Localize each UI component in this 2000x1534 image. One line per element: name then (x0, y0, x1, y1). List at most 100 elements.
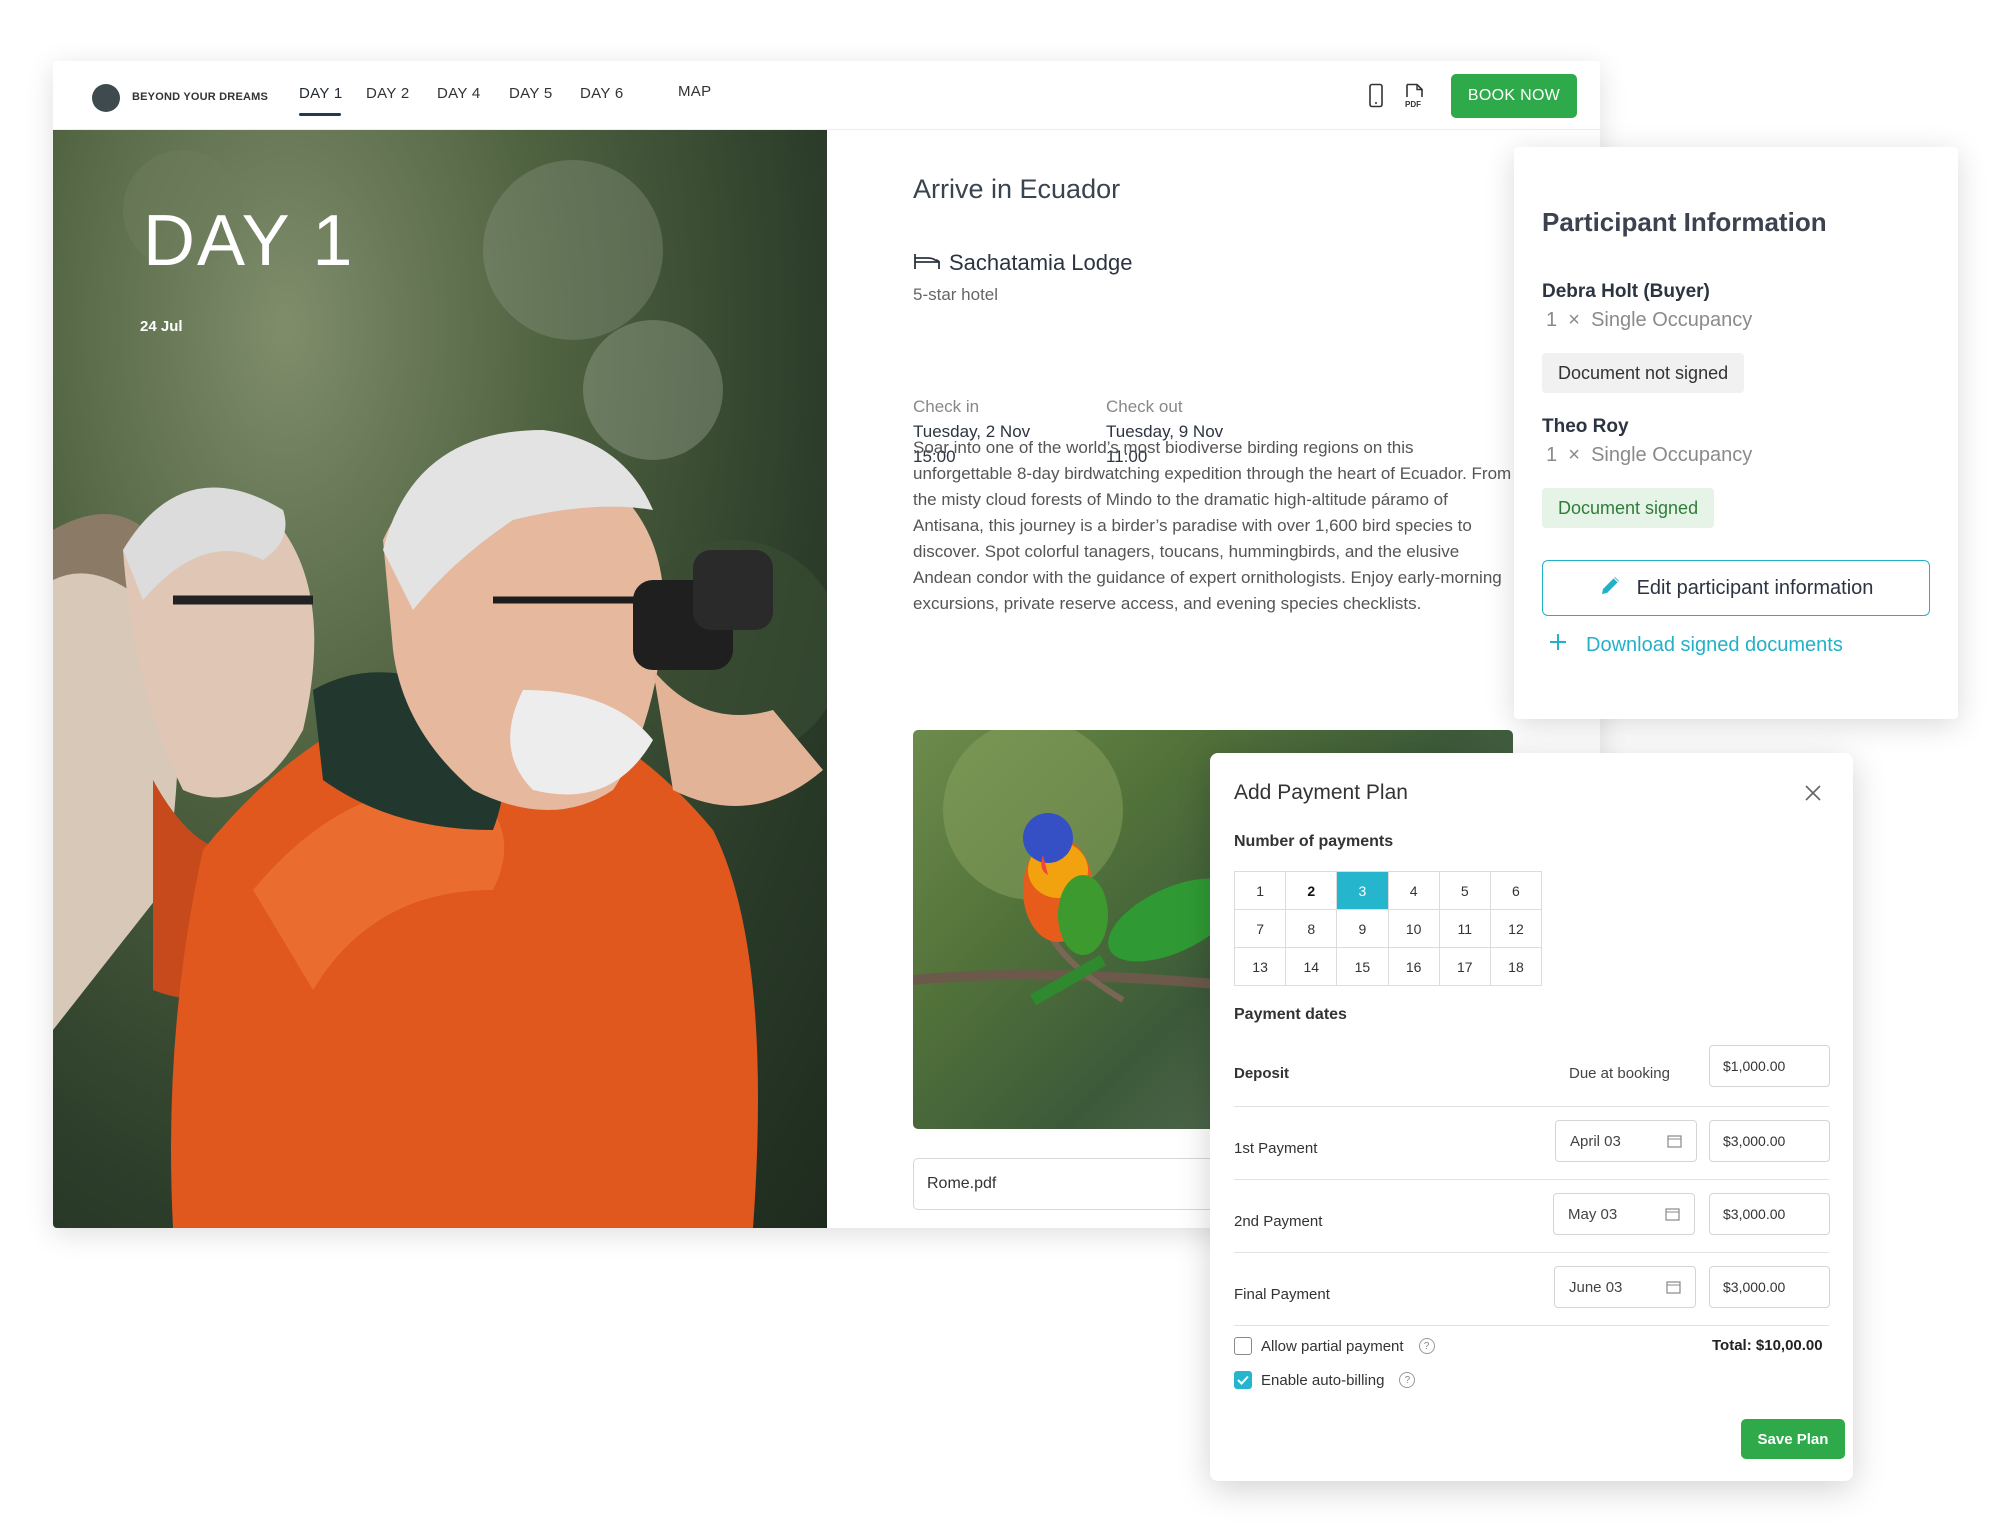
day-heading: Arrive in Ecuador (913, 174, 1121, 204)
download-documents-label: Download signed documents (1586, 633, 1843, 656)
tab-day-5[interactable]: DAY 5 (509, 85, 552, 102)
date-picker[interactable]: June 03 (1554, 1266, 1696, 1308)
book-now-button[interactable]: BOOK NOW (1451, 74, 1577, 118)
brand-logo[interactable] (92, 84, 120, 112)
brand-name: BEYOND YOUR DREAMS (132, 91, 269, 103)
modal-title: Add Payment Plan (1234, 781, 1408, 804)
edit-participant-button[interactable]: Edit participant information (1542, 560, 1930, 616)
payment-count-option[interactable]: 14 (1286, 948, 1338, 986)
grid-row: 1 2 3 4 5 6 (1235, 872, 1543, 910)
grid-row: 7 8 9 10 11 12 (1235, 910, 1543, 948)
date-value: April 03 (1570, 1133, 1621, 1150)
payment-count-option[interactable]: 16 (1388, 948, 1440, 986)
status-badge: Document not signed (1542, 353, 1745, 393)
payment-dates-label: Payment dates (1234, 1006, 1347, 1023)
lodge-name: Sachatamia Lodge (949, 250, 1133, 275)
participant-title: Participant Information (1542, 207, 1827, 237)
payment-count-option[interactable]: 4 (1388, 872, 1440, 910)
hero-photo: DAY 1 24 Jul (53, 130, 827, 1228)
payment-row-label: Final Payment (1234, 1286, 1330, 1303)
participant-occupancy: 1 × Single Occupancy (1546, 309, 1752, 332)
payment-count-grid: 1 2 3 4 5 6 7 8 9 10 11 12 13 14 15 16 1… (1234, 871, 1543, 986)
tab-day-1[interactable]: DAY 1 (299, 85, 342, 102)
payment-row-label: 2nd Payment (1234, 1213, 1323, 1230)
day-title: DAY 1 (143, 201, 355, 281)
tab-day-2[interactable]: DAY 2 (366, 85, 409, 102)
occupancy-qty: 1 (1546, 444, 1558, 466)
pencil-icon (1599, 573, 1623, 603)
save-plan-button[interactable]: Save Plan (1741, 1419, 1845, 1459)
day-date: 24 Jul (140, 318, 183, 335)
enable-auto-billing-checkbox[interactable] (1234, 1371, 1252, 1389)
occupancy-type: Single Occupancy (1591, 309, 1753, 331)
payment-count-option[interactable]: 13 (1235, 948, 1287, 986)
date-picker[interactable]: May 03 (1553, 1193, 1695, 1235)
add-payment-plan-modal: Add Payment Plan Number of payments 1 2 … (1210, 753, 1853, 1481)
payment-count-option[interactable]: 2 (1286, 872, 1338, 910)
payment-count-option-selected[interactable]: 3 (1337, 872, 1389, 910)
payment-count-option[interactable]: 12 (1490, 910, 1543, 948)
checkmark-icon (1237, 1375, 1249, 1385)
tab-day-4[interactable]: DAY 4 (437, 85, 480, 102)
payment-count-option[interactable]: 18 (1490, 948, 1543, 986)
calendar-icon (1667, 1134, 1682, 1148)
amount-input[interactable]: $3,000.00 (1709, 1120, 1830, 1162)
enable-auto-billing-label: Enable auto-billing (1261, 1371, 1385, 1389)
enable-auto-billing-row: Enable auto-billing ? (1234, 1371, 1416, 1389)
participant-occupancy: 1 × Single Occupancy (1546, 444, 1752, 467)
help-icon[interactable]: ? (1399, 1372, 1416, 1388)
payment-count-option[interactable]: 17 (1439, 948, 1491, 986)
payment-count-option[interactable]: 5 (1439, 872, 1491, 910)
lodge-row: Sachatamia Lodge (913, 250, 1132, 276)
pdf-icon-label: PDF (1405, 100, 1421, 109)
amount-input[interactable]: $3,000.00 (1709, 1266, 1830, 1308)
active-tab-indicator (299, 113, 341, 116)
payment-row-final: Final Payment June 03 $3,000.00 (1234, 1254, 1830, 1326)
date-value: May 03 (1568, 1206, 1618, 1223)
tab-day-6[interactable]: DAY 6 (580, 85, 623, 102)
check-out-label: Check out (1106, 397, 1183, 416)
allow-partial-payment-checkbox[interactable] (1234, 1337, 1252, 1355)
date-picker[interactable]: April 03 (1555, 1120, 1697, 1162)
tab-map[interactable]: MAP (678, 83, 711, 100)
calendar-icon (1666, 1280, 1681, 1294)
payment-count-option[interactable]: 6 (1490, 872, 1543, 910)
status-badge: Document signed (1542, 488, 1715, 528)
payment-count-option[interactable]: 1 (1235, 872, 1287, 910)
payment-total: Total: $10,00.00 (1712, 1337, 1823, 1354)
pdf-icon[interactable]: PDF (1403, 83, 1425, 109)
participant-name: Theo Roy (1542, 416, 1629, 437)
payment-count-option[interactable]: 8 (1286, 910, 1338, 948)
participant-name: Debra Holt (Buyer) (1542, 281, 1710, 302)
occupancy-qty: 1 (1546, 309, 1558, 331)
download-documents-link[interactable]: Download signed documents (1548, 632, 1843, 658)
attachment-field[interactable]: Rome.pdf (913, 1158, 1233, 1210)
participant-information-card: Participant Information Debra Holt (Buye… (1514, 147, 1958, 719)
grid-row: 13 14 15 16 17 18 (1235, 948, 1543, 986)
amount-input[interactable]: $1,000.00 (1709, 1045, 1830, 1087)
trip-description: Soar into one of the world’s most biodiv… (913, 438, 1512, 613)
plus-icon (1548, 632, 1568, 658)
allow-partial-payment-row: Allow partial payment ? (1234, 1337, 1435, 1355)
times-sign: × (1568, 309, 1580, 331)
bed-icon (913, 251, 941, 276)
payment-count-option[interactable]: 11 (1439, 910, 1491, 948)
times-sign: × (1568, 444, 1580, 466)
date-value: June 03 (1569, 1279, 1623, 1296)
payment-count-option[interactable]: 15 (1337, 948, 1389, 986)
payment-count-option[interactable]: 9 (1337, 910, 1389, 948)
help-icon[interactable]: ? (1418, 1338, 1435, 1354)
calendar-icon (1665, 1207, 1680, 1221)
amount-input[interactable]: $3,000.00 (1709, 1193, 1830, 1235)
payment-count-option[interactable]: 7 (1235, 910, 1287, 948)
close-icon[interactable] (1803, 783, 1823, 803)
edit-participant-label: Edit participant information (1636, 576, 1874, 599)
due-at-booking-text: Due at booking (1569, 1065, 1670, 1082)
occupancy-type: Single Occupancy (1591, 444, 1753, 466)
top-navigation: BEYOND YOUR DREAMS DAY 1 DAY 2 DAY 4 DAY… (53, 61, 1600, 130)
mobile-phone-icon[interactable] (1365, 83, 1387, 109)
birdwatcher-illustration (53, 150, 827, 1228)
payment-row-label: Deposit (1234, 1065, 1290, 1082)
allow-partial-payment-label: Allow partial payment (1261, 1337, 1404, 1355)
payment-count-option[interactable]: 10 (1388, 910, 1440, 948)
